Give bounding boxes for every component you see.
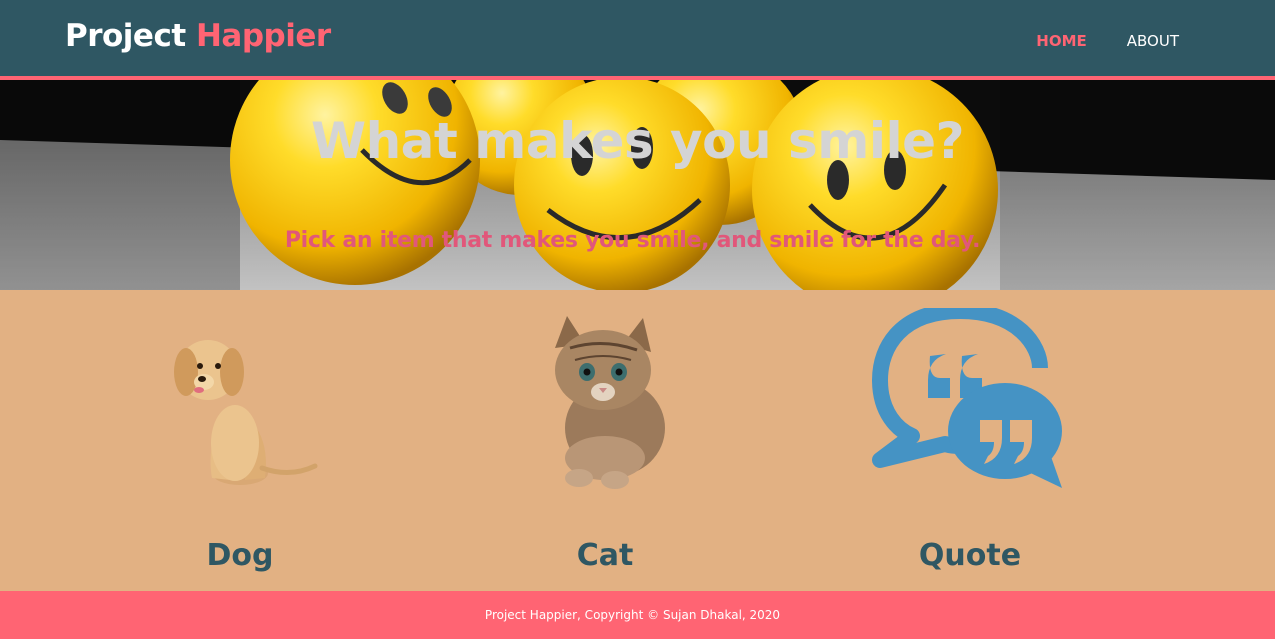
- kitten-image: [555, 316, 665, 489]
- choice-label-quote: Quote: [918, 538, 1022, 573]
- hero-banner: What makes you smile? Pick an item that …: [0, 80, 1275, 290]
- choice-grid: Dog Cat Quote: [0, 290, 1275, 591]
- choice-quote[interactable]: Quote: [820, 290, 1120, 591]
- choice-label-cat: Cat: [576, 538, 634, 573]
- hero-subtitle: Pick an item that makes you smile, and s…: [284, 228, 981, 253]
- brand-primary: Project: [65, 18, 186, 54]
- nav-link-about[interactable]: ABOUT: [1127, 32, 1179, 50]
- top-navbar: Project Happier HOME ABOUT: [0, 0, 1275, 80]
- nav-link-home[interactable]: HOME: [1036, 32, 1086, 50]
- choice-label-dog: Dog: [206, 538, 274, 573]
- quote-bubbles-icon: [872, 308, 1062, 488]
- choice-cat[interactable]: Cat: [455, 290, 755, 591]
- hero-title: What makes you smile?: [310, 112, 965, 170]
- site-footer: Project Happier, Copyright © Sujan Dhaka…: [0, 591, 1275, 639]
- brand-logo[interactable]: Project Happier: [65, 18, 331, 54]
- footer-copyright: Project Happier, Copyright © Sujan Dhaka…: [484, 608, 781, 622]
- choice-dog[interactable]: Dog: [90, 290, 390, 591]
- puppy-image: [174, 340, 318, 485]
- nav-menu: HOME ABOUT: [1036, 32, 1179, 50]
- brand-accent: Happier: [195, 18, 331, 54]
